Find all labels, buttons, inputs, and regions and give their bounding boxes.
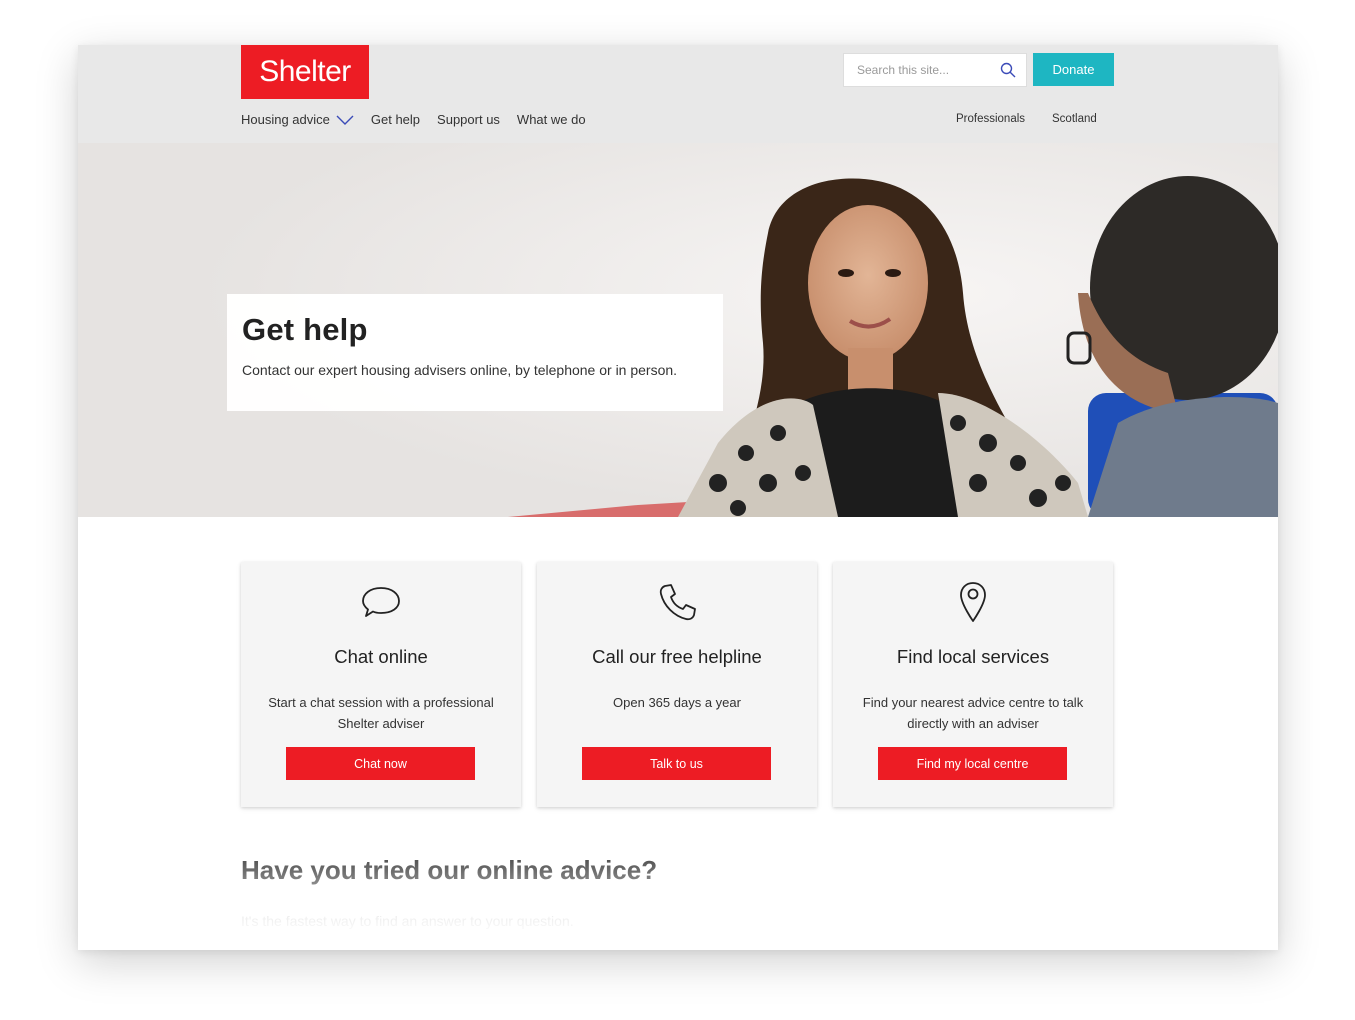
search-input[interactable]	[844, 54, 984, 86]
browser-page: Shelter Donate Housing advice Get help S…	[78, 45, 1278, 950]
site-header: Shelter Donate Housing advice Get help S…	[78, 45, 1278, 143]
nav-support-us[interactable]: Support us	[437, 112, 500, 127]
card-title: Chat online	[334, 646, 428, 667]
main-nav: Housing advice Get help Support us What …	[241, 112, 603, 127]
donate-button[interactable]: Donate	[1033, 53, 1114, 86]
card-chat-online: Chat online Start a chat session with a …	[241, 562, 521, 807]
phone-icon	[659, 584, 696, 621]
card-text: Find your nearest advice centre to talk …	[862, 695, 1084, 731]
talk-to-us-button[interactable]: Talk to us	[582, 747, 771, 780]
search-box	[843, 53, 1027, 87]
page-title: Get help	[242, 312, 368, 347]
nav-housing-advice-label: Housing advice	[241, 112, 330, 127]
card-text: Start a chat session with a professional…	[268, 695, 494, 731]
nav-get-help[interactable]: Get help	[371, 112, 420, 127]
nav-housing-advice[interactable]: Housing advice	[241, 112, 354, 127]
help-options: Chat online Start a chat session with a …	[241, 562, 1113, 807]
chat-now-button[interactable]: Chat now	[286, 747, 475, 780]
search-icon[interactable]	[1000, 62, 1016, 78]
chevron-down-icon	[336, 115, 354, 125]
nav-professionals[interactable]: Professionals	[956, 113, 1025, 125]
nav-scotland[interactable]: Scotland	[1052, 113, 1097, 125]
hero-card: Get help Contact our expert housing advi…	[227, 294, 723, 411]
card-call-helpline: Call our free helpline Open 365 days a y…	[537, 562, 817, 807]
hero-banner: Get help Contact our expert housing advi…	[78, 143, 1278, 517]
find-my-local-centre-button[interactable]: Find my local centre	[878, 747, 1067, 780]
nav-what-we-do[interactable]: What we do	[517, 112, 586, 127]
online-advice-subtitle: It's the fastest way to find an answer t…	[241, 913, 574, 929]
card-title: Find local services	[896, 646, 1050, 667]
shelter-logo[interactable]: Shelter	[241, 45, 369, 99]
map-pin-icon	[960, 582, 986, 622]
chat-bubble-icon	[362, 587, 400, 617]
card-title: Call our free helpline	[592, 646, 762, 667]
card-text: Open 365 days a year	[613, 695, 741, 710]
hero-subtitle: Contact our expert housing advisers onli…	[242, 362, 678, 378]
card-find-local-services: Find local services Find your nearest ad…	[833, 562, 1113, 807]
online-advice-heading: Have you tried our online advice?	[241, 855, 658, 885]
